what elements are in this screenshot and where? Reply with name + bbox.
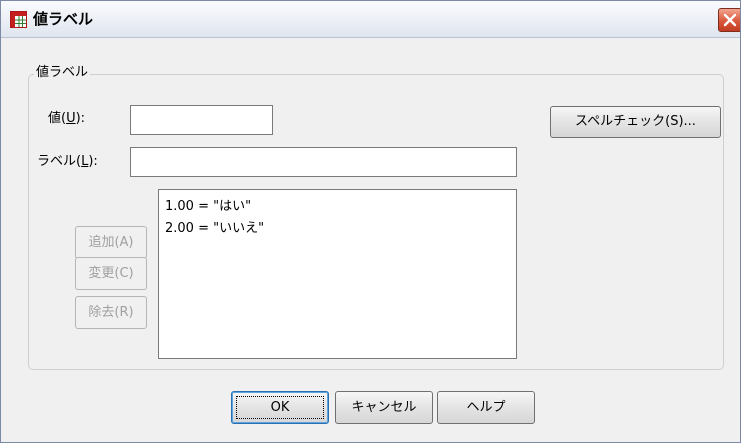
change-button-label: 変更(C) [88, 266, 134, 281]
label-field-label: ラベル(L): [37, 154, 98, 169]
close-button[interactable] [718, 8, 740, 32]
help-button-label: ヘルプ [466, 400, 506, 415]
window-title: 値ラベル [33, 10, 94, 28]
title-bar[interactable]: 値ラベル [1, 1, 740, 38]
spell-check-button-label: スペルチェック(S)... [575, 114, 696, 129]
value-input[interactable] [130, 105, 273, 135]
group-legend: 値ラベル [34, 65, 91, 81]
label-input[interactable] [130, 147, 517, 177]
value-field-label: 値(U): [48, 111, 86, 126]
dialog-window: 値ラベル 値ラベル 値(U): ラベル(L): スペルチェック(S)... 1.… [0, 0, 741, 443]
ok-button[interactable]: OK [231, 391, 329, 424]
change-button[interactable]: 変更(C) [75, 257, 147, 290]
cancel-button[interactable]: キャンセル [335, 391, 433, 424]
cancel-button-label: キャンセル [351, 400, 417, 415]
value-label-list[interactable]: 1.00 = "はい" 2.00 = "いいえ" [158, 189, 517, 359]
help-button[interactable]: ヘルプ [437, 391, 535, 424]
data-grid-icon [10, 11, 27, 28]
spell-check-button[interactable]: スペルチェック(S)... [550, 106, 721, 138]
close-icon [723, 13, 737, 27]
add-button-label: 追加(A) [88, 235, 134, 250]
list-item[interactable]: 2.00 = "いいえ" [165, 221, 264, 237]
ok-button-label: OK [270, 400, 290, 415]
add-button[interactable]: 追加(A) [75, 226, 147, 259]
remove-button[interactable]: 除去(R) [75, 296, 147, 329]
list-item[interactable]: 1.00 = "はい" [165, 199, 251, 215]
remove-button-label: 除去(R) [88, 305, 134, 320]
